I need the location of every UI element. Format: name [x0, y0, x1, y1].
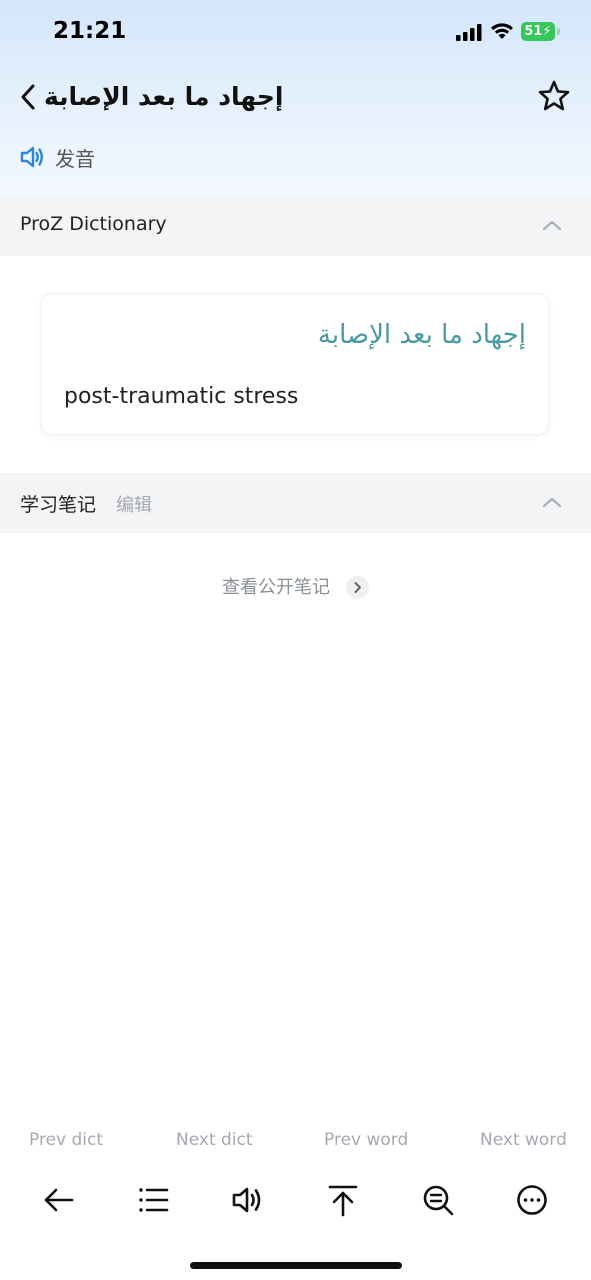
- view-public-notes-link[interactable]: 查看公开笔记: [222, 575, 330, 601]
- headword-title: إجهاد ما بعد الإصابة: [44, 82, 284, 111]
- list-icon[interactable]: [135, 1182, 171, 1218]
- chevron-right-icon[interactable]: [346, 576, 369, 599]
- battery-cap: [557, 28, 560, 35]
- status-time: 21:21: [53, 18, 127, 44]
- back-arrow-icon[interactable]: [41, 1182, 77, 1218]
- scroll-top-icon[interactable]: [325, 1182, 361, 1218]
- wifi-icon: [491, 23, 513, 39]
- charging-bolt-icon: ⚡: [542, 24, 552, 39]
- entry-source-term: إجهاد ما بعد الإصابة: [317, 320, 526, 350]
- back-button[interactable]: [16, 80, 44, 114]
- entry-translation: post-traumatic stress: [64, 384, 299, 409]
- collapse-chevron-icon[interactable]: [541, 218, 563, 232]
- notes-edit-button[interactable]: 编辑: [116, 491, 152, 517]
- search-in-page-icon[interactable]: [420, 1182, 456, 1218]
- notes-section-title: 学习笔记: [20, 494, 97, 516]
- cellular-signal-icon: [456, 24, 482, 41]
- dictionary-section-header[interactable]: ProZ Dictionary: [0, 196, 591, 256]
- prev-dict-button[interactable]: Prev dict: [29, 1130, 103, 1150]
- battery-level: 51: [524, 24, 543, 39]
- home-indicator[interactable]: [190, 1262, 402, 1269]
- pronunciation-speaker-icon[interactable]: [20, 145, 46, 169]
- collapse-chevron-icon[interactable]: [541, 495, 563, 509]
- prev-word-button[interactable]: Prev word: [324, 1130, 408, 1150]
- dictionary-section-title: ProZ Dictionary: [20, 213, 167, 235]
- next-dict-button[interactable]: Next dict: [176, 1130, 253, 1150]
- notes-section-header[interactable]: 学习笔记 编辑: [0, 473, 591, 533]
- next-word-button[interactable]: Next word: [480, 1130, 567, 1150]
- pronunciation-label[interactable]: 发音: [55, 143, 95, 172]
- battery-indicator: 51⚡: [521, 22, 555, 41]
- favorite-star-button[interactable]: [537, 79, 571, 113]
- more-icon[interactable]: [514, 1182, 550, 1218]
- speaker-icon[interactable]: [230, 1182, 266, 1218]
- dictionary-entry-card: إجهاد ما بعد الإصابة post-traumatic stre…: [42, 294, 548, 434]
